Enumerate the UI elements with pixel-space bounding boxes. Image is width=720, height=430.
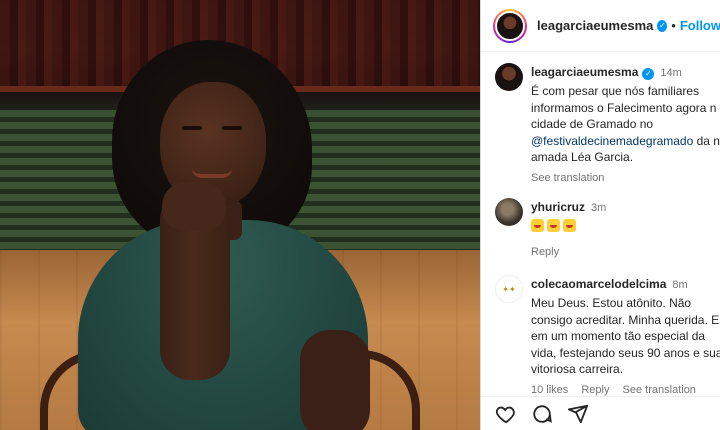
post-header: leagarciaeumesma ✓ • Follow xyxy=(481,0,720,52)
verified-badge-icon: ✓ xyxy=(657,19,668,32)
hand xyxy=(162,182,226,230)
crying-emoji-icon xyxy=(531,219,544,232)
follow-button[interactable]: Follow xyxy=(680,18,720,33)
comment-username[interactable]: leagarciaeumesma xyxy=(531,65,638,79)
comment-text: Meu Deus. Estou atônito. Não consigo acr… xyxy=(531,296,720,376)
comment-time: 8m xyxy=(672,279,688,291)
avatar[interactable]: ✦✦ xyxy=(495,275,523,303)
see-translation-link[interactable]: See translation xyxy=(623,384,696,396)
avatar[interactable] xyxy=(495,63,523,91)
comment-text: É com pesar que nós familiares informamo… xyxy=(531,84,720,164)
mention-link[interactable]: @festivaldecinemadegramado xyxy=(531,134,693,148)
comments-list: leagarciaeumesma ✓ 14m É com pesar que nós… xyxy=(481,53,720,396)
likes-count[interactable]: 10 likes xyxy=(531,384,568,396)
crying-emoji-icon xyxy=(547,219,560,232)
header-username[interactable]: leagarciaeumesma xyxy=(537,18,653,33)
verified-badge-icon: ✓ xyxy=(642,68,655,80)
comment-emojis xyxy=(531,219,720,237)
heart-icon[interactable] xyxy=(495,403,517,425)
comment-time: 14m xyxy=(660,67,682,79)
post-side-panel: leagarciaeumesma ✓ • Follow leagarciaeum… xyxy=(480,0,720,430)
reply-link[interactable]: Reply xyxy=(531,246,559,258)
comment-time: 3m xyxy=(591,202,607,214)
share-icon[interactable] xyxy=(567,403,589,425)
crying-emoji-icon xyxy=(563,219,576,232)
post-actions xyxy=(481,396,720,430)
avatar[interactable] xyxy=(493,8,527,43)
comment-username[interactable]: colecaomarcelodelcima xyxy=(531,277,666,291)
separator-dot: • xyxy=(671,18,676,33)
logo-icon: ✦✦ xyxy=(502,284,516,294)
post-photo[interactable] xyxy=(0,0,480,430)
comment-username[interactable]: yhuricruz xyxy=(531,200,585,214)
comment-icon[interactable] xyxy=(531,403,553,425)
see-translation-link[interactable]: See translation xyxy=(531,172,604,184)
reply-link[interactable]: Reply xyxy=(581,384,609,396)
avatar[interactable] xyxy=(495,198,523,226)
